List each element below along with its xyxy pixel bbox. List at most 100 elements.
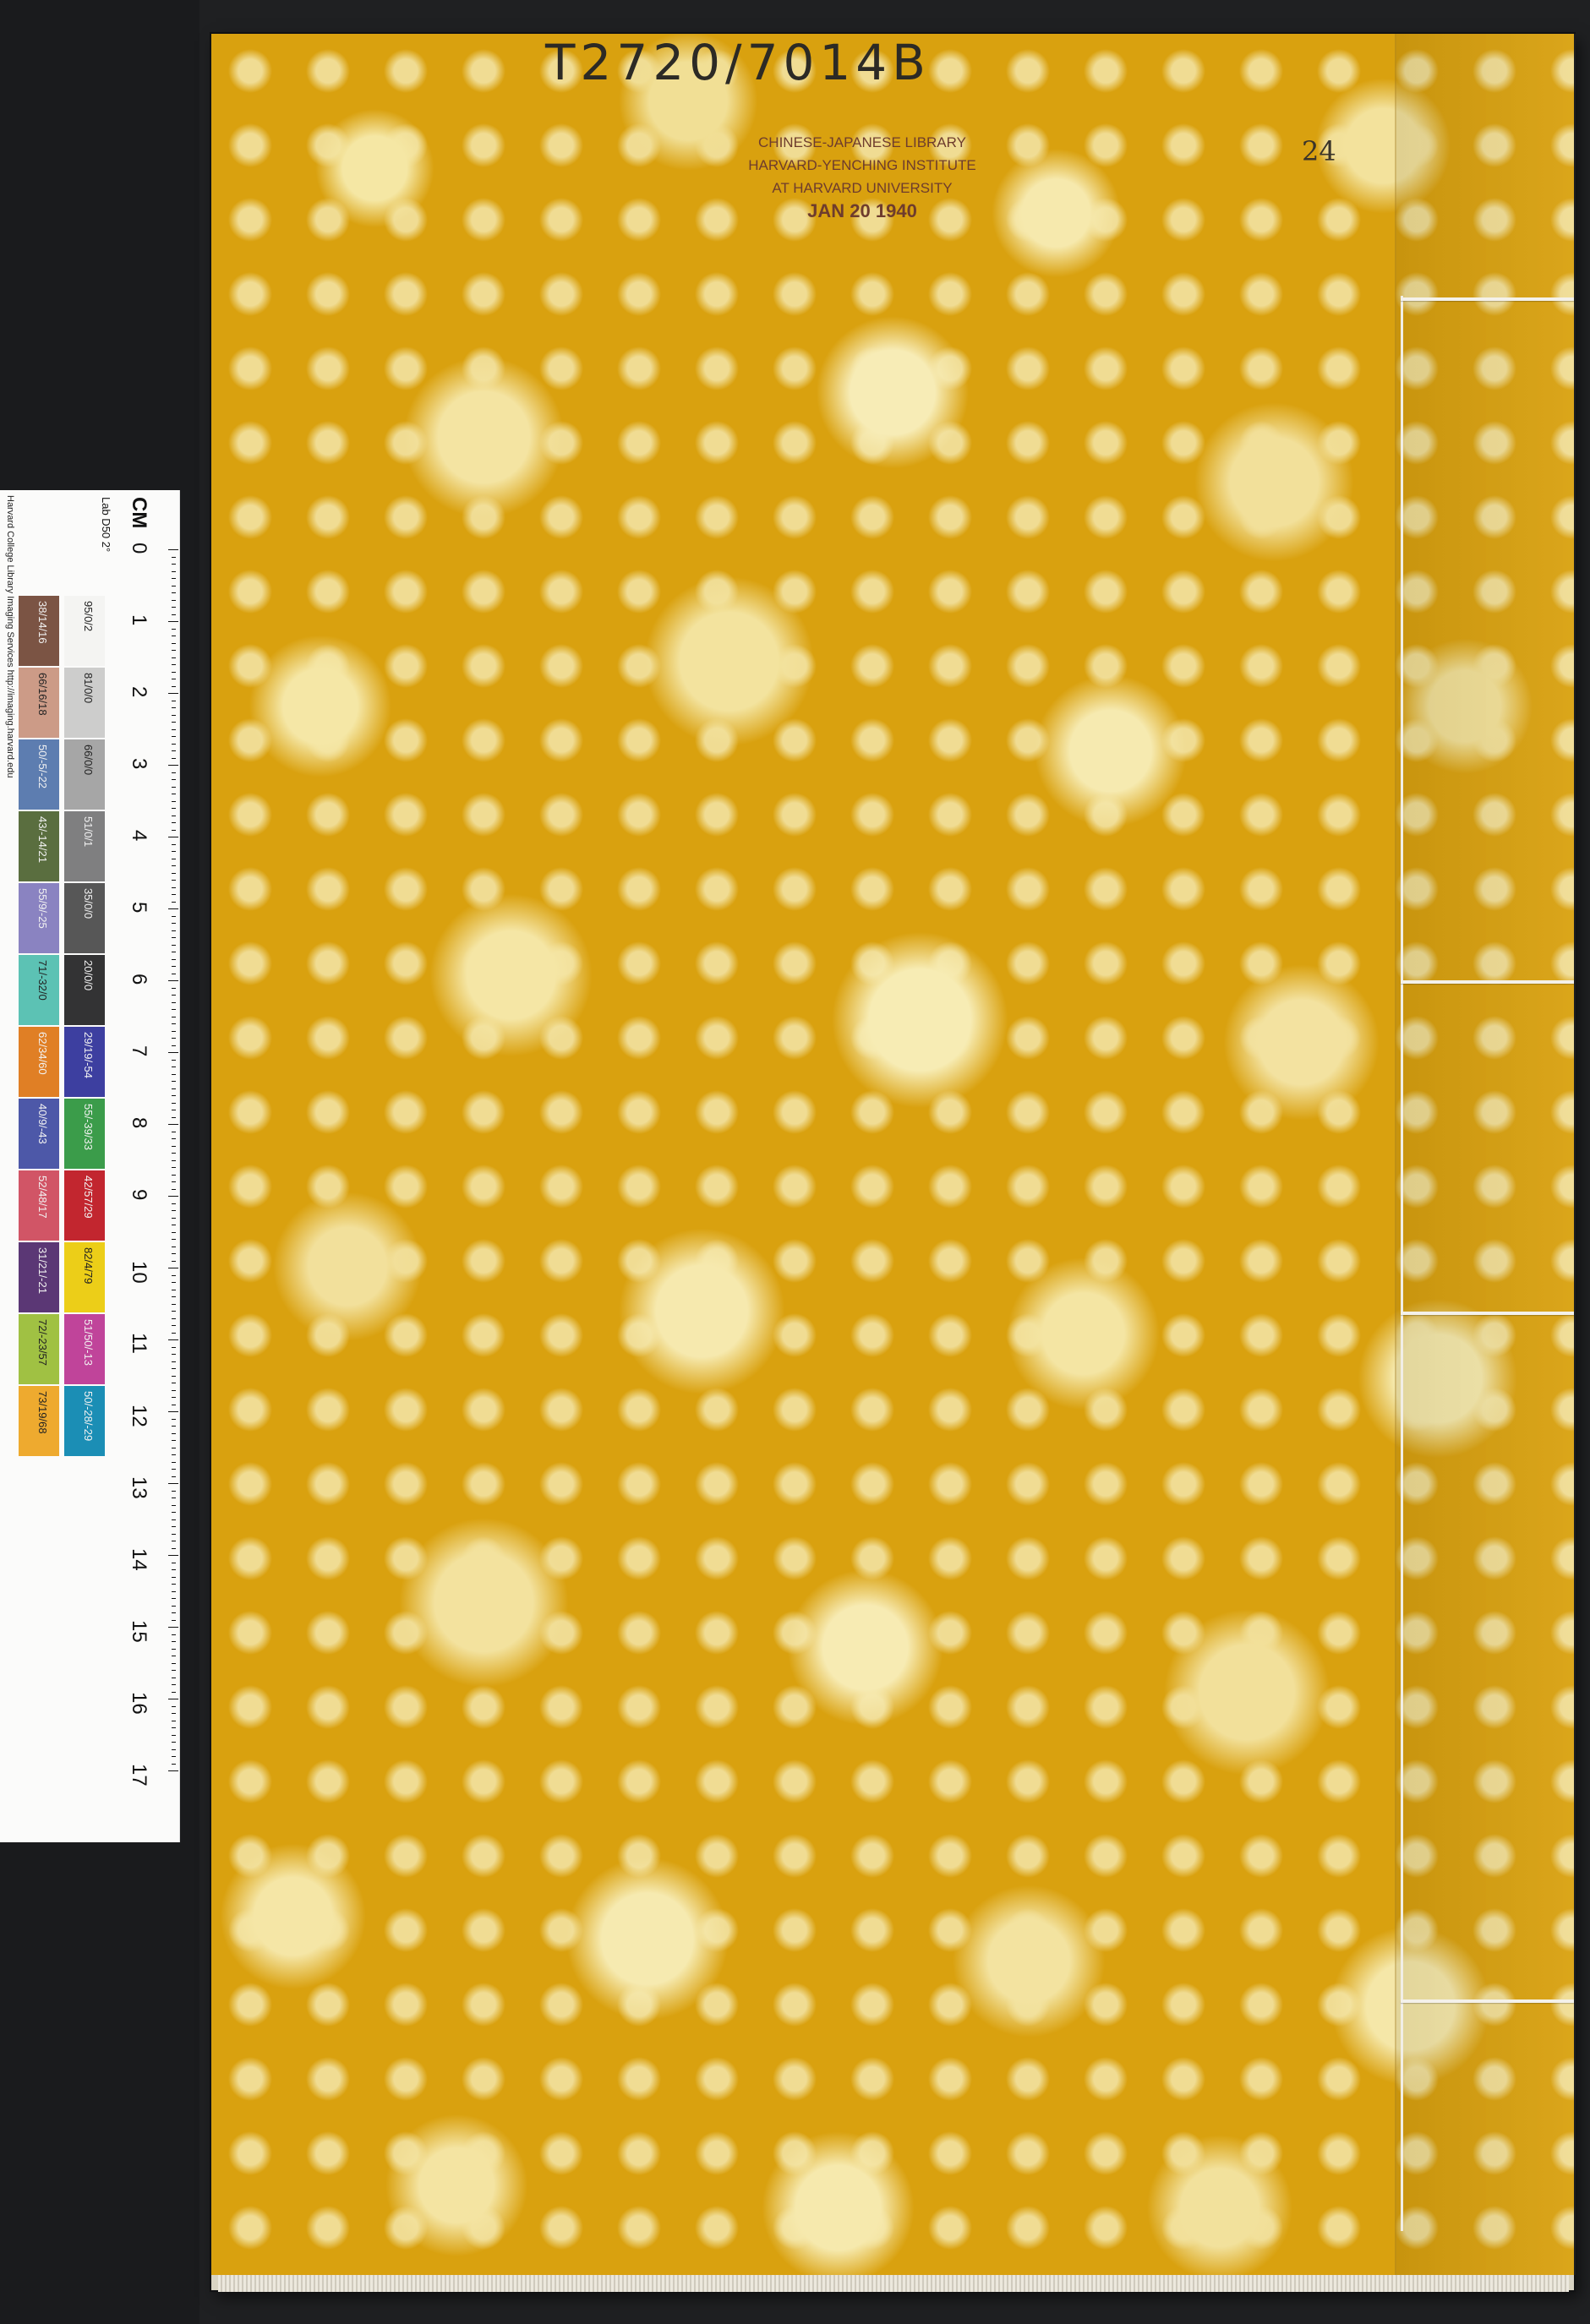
swatch-label: 72/-23/57 <box>36 1319 49 1366</box>
page-edges <box>218 2273 1569 2292</box>
cm-number: 7 <box>128 1045 150 1057</box>
ruler-tick <box>172 1519 176 1520</box>
ruler-tick <box>172 1354 176 1355</box>
ruler-tick <box>172 1073 176 1075</box>
cm-number: 17 <box>128 1764 150 1787</box>
swatch-label: 82/4/79 <box>82 1247 95 1285</box>
color-swatch: 73/19/68 <box>19 1386 59 1456</box>
ruler-tick <box>172 1742 176 1743</box>
cm-number: 8 <box>128 1117 150 1129</box>
ruler-tick <box>172 757 176 759</box>
ruler-tick <box>172 987 176 989</box>
ruler-tick <box>172 1088 176 1089</box>
ruler-tick <box>172 1095 176 1096</box>
ruler-tick <box>172 1081 176 1082</box>
target-credit: Harvard College Library Imaging Services… <box>2 490 19 1842</box>
ruler-tick <box>172 843 176 845</box>
ruler-tick <box>172 1361 176 1362</box>
ruler-tick <box>172 1748 176 1750</box>
ruler-tick <box>172 1159 176 1161</box>
ruler-tick <box>172 1490 176 1492</box>
cm-number: 15 <box>128 1620 150 1643</box>
cm-number: 2 <box>128 686 150 698</box>
ruler-tick <box>172 1389 176 1391</box>
ruler-tick <box>172 1210 176 1211</box>
swatch-label: 73/19/68 <box>36 1391 49 1434</box>
ruler-tick <box>168 1196 178 1197</box>
ruler-tick <box>172 1145 176 1147</box>
ruler-tick <box>172 1138 176 1139</box>
swatch-label: 50/-28/-29 <box>82 1391 95 1442</box>
ruler-tick <box>172 570 176 572</box>
swatch-label: 31/21/-21 <box>36 1247 49 1294</box>
ruler-tick <box>172 614 176 615</box>
color-swatch: 31/21/-21 <box>19 1242 59 1312</box>
ruler-tick <box>168 1555 178 1556</box>
ruler-tick <box>172 829 176 831</box>
cm-number: 3 <box>128 758 150 770</box>
ruler-tick <box>172 779 176 780</box>
ruler-tick <box>172 1203 176 1204</box>
ruler-tick <box>172 880 176 881</box>
ruler-tick <box>172 1590 176 1592</box>
ruler-tick <box>172 872 176 874</box>
ruler-tick <box>172 1670 176 1671</box>
ruler-tick <box>172 1705 176 1707</box>
color-swatch: 35/0/0 <box>64 883 105 953</box>
color-swatch: 42/57/29 <box>64 1170 105 1241</box>
spine-strip <box>1395 34 1576 2275</box>
ruler-tick <box>172 966 176 967</box>
ruler-tick <box>172 1461 176 1463</box>
book-scan: Harvard College Library Imaging Services… <box>0 0 1590 2324</box>
ruler-tick <box>168 1124 178 1125</box>
cm-number: 9 <box>128 1189 150 1201</box>
ruler-tick <box>172 1763 176 1765</box>
ruler-tick <box>172 800 176 802</box>
ruler-tick <box>172 671 176 673</box>
color-swatch: 95/0/2 <box>64 596 105 666</box>
ruler-tick <box>172 650 176 651</box>
swatch-label: 50/-5/-22 <box>36 745 49 789</box>
swatch-label: 51/0/1 <box>82 816 95 848</box>
ruler-tick <box>172 1260 176 1262</box>
ruler-tick <box>172 1102 176 1104</box>
cm-number: 6 <box>128 974 150 985</box>
ruler-tick <box>172 1346 176 1348</box>
ruler-tick <box>172 592 176 593</box>
swatch-label: 20/0/0 <box>82 960 95 991</box>
ruler-tick <box>172 1303 176 1305</box>
cm-number: 10 <box>128 1261 150 1284</box>
ruler-tick <box>168 1339 178 1340</box>
ruler-tick <box>172 1174 176 1176</box>
ruler-tick <box>172 728 176 730</box>
ruler-tick <box>172 1231 176 1233</box>
ruler-tick <box>172 1426 176 1427</box>
ruler-tick <box>172 930 176 931</box>
ruler-tick <box>172 1030 176 1032</box>
binding-thread-3 <box>1401 1312 1574 1315</box>
swatch-label: 81/0/0 <box>82 673 95 704</box>
ruler-tick <box>172 1325 176 1326</box>
ruler-tick <box>172 822 176 823</box>
ruler-tick <box>172 1662 176 1664</box>
ruler-tick <box>172 1576 176 1578</box>
ruler-tick <box>172 1526 176 1527</box>
color-swatch: 81/0/0 <box>64 668 105 738</box>
cm-number: 14 <box>128 1548 150 1571</box>
swatch-label: 43/-14/21 <box>36 816 49 863</box>
swatch-label: 71/-32/0 <box>36 960 49 1001</box>
ruler-tick <box>172 1274 176 1276</box>
ruler-tick <box>172 1440 176 1441</box>
ruler-tick <box>172 1296 176 1297</box>
ruler-tick <box>172 995 176 996</box>
ruler-tick <box>172 1188 176 1190</box>
ruler-tick <box>172 1454 176 1455</box>
ruler-tick <box>172 1375 176 1377</box>
ruler-tick <box>172 915 176 917</box>
ruler-tick <box>172 642 176 644</box>
ruler-tick <box>172 1691 176 1693</box>
swatch-label: 51/50/-13 <box>82 1319 95 1366</box>
ruler-tick <box>172 865 176 866</box>
ruler-tick <box>172 1569 176 1570</box>
color-swatch: 38/14/16 <box>19 596 59 666</box>
